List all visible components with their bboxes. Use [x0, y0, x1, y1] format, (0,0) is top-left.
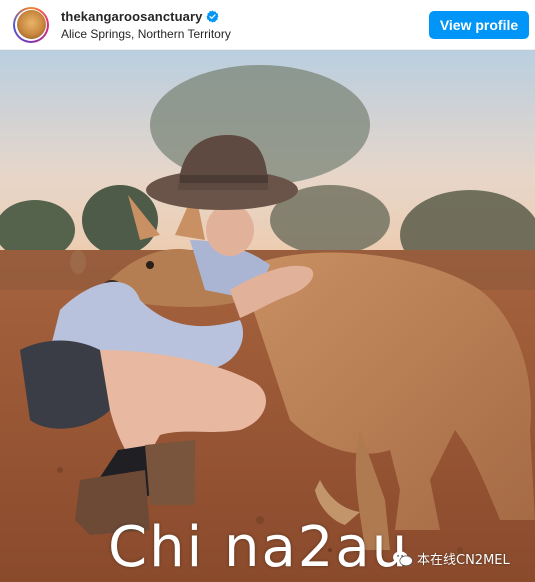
- post-header: thekangaroosanctuary Alice Springs, Nort…: [0, 0, 535, 50]
- post-image: [0, 50, 535, 582]
- username-link[interactable]: thekangaroosanctuary: [61, 9, 202, 24]
- avatar-image: [16, 10, 46, 39]
- avatar[interactable]: [13, 6, 49, 43]
- username-row: thekangaroosanctuary: [61, 9, 231, 24]
- avatar-border: [15, 8, 47, 41]
- instagram-post: thekangaroosanctuary Alice Springs, Nort…: [0, 0, 535, 582]
- watermark-main: Chi na2au: [108, 515, 410, 580]
- wechat-icon: [393, 550, 413, 566]
- user-info: thekangaroosanctuary Alice Springs, Nort…: [61, 9, 231, 41]
- watermark-source-text: 本在线CN2MEL: [417, 553, 510, 568]
- watermark-source: 本在线CN2MEL: [392, 549, 510, 568]
- verified-badge-icon: [206, 10, 219, 23]
- photo-scene: [0, 50, 535, 582]
- location-link[interactable]: Alice Springs, Northern Territory: [61, 27, 231, 41]
- view-profile-button[interactable]: View profile: [429, 11, 529, 39]
